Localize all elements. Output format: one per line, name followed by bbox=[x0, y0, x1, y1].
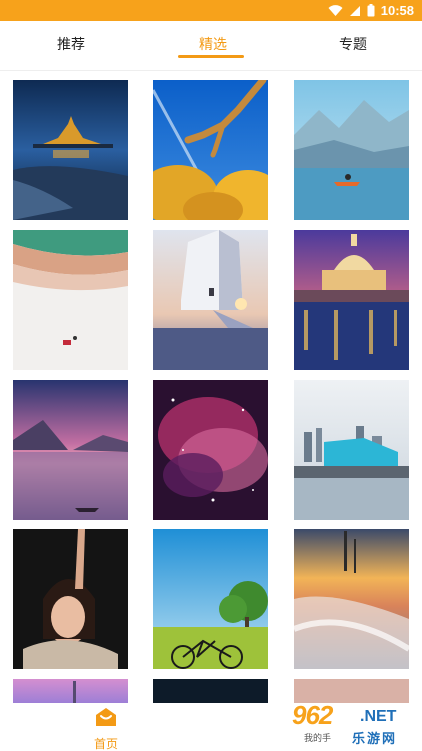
wallpaper-grid bbox=[0, 71, 422, 703]
tab-featured[interactable]: 精选 bbox=[199, 34, 227, 54]
top-tab-bar: 推荐 精选 专题 bbox=[0, 21, 422, 69]
watermark-sub: 我的手 bbox=[304, 733, 332, 743]
signal-icon bbox=[349, 5, 360, 16]
wallpaper-thumbnail[interactable] bbox=[294, 230, 409, 370]
status-time: 10:58 bbox=[380, 3, 414, 18]
nav-home-label: 首页 bbox=[93, 737, 118, 751]
wallpaper-thumbnail[interactable] bbox=[13, 230, 128, 370]
wallpaper-thumbnail[interactable] bbox=[13, 380, 128, 520]
nav-home[interactable]: 首页 bbox=[86, 707, 126, 751]
watermark-cn: 乐游网 bbox=[352, 731, 398, 746]
wallpaper-thumbnail[interactable] bbox=[13, 80, 128, 220]
wallpaper-thumbnail[interactable] bbox=[294, 80, 409, 220]
wallpaper-thumbnail[interactable] bbox=[153, 380, 268, 520]
wallpaper-thumbnail[interactable] bbox=[294, 529, 409, 669]
site-watermark-logo: 962 .NET 乐游网 我的手 bbox=[282, 698, 420, 748]
wallpaper-thumbnail[interactable] bbox=[153, 679, 268, 703]
battery-icon bbox=[367, 4, 375, 17]
watermark-brand: 962 bbox=[292, 700, 333, 730]
tab-topics[interactable]: 专题 bbox=[339, 34, 367, 54]
wallpaper-thumbnail[interactable] bbox=[13, 679, 128, 703]
wallpaper-thumbnail[interactable] bbox=[153, 80, 268, 220]
wallpaper-thumbnail[interactable] bbox=[294, 380, 409, 520]
tab-recommended[interactable]: 推荐 bbox=[57, 34, 85, 54]
wifi-icon bbox=[328, 4, 343, 16]
status-icons: 10:58 bbox=[328, 2, 414, 19]
watermark-suffix: .NET bbox=[360, 708, 397, 725]
wallpaper-thumbnail[interactable] bbox=[153, 529, 268, 669]
wallpaper-thumbnail[interactable] bbox=[153, 230, 268, 370]
active-tab-indicator bbox=[178, 55, 244, 58]
status-bar: 10:58 bbox=[0, 0, 422, 21]
wallpaper-thumbnail[interactable] bbox=[13, 529, 128, 669]
home-icon bbox=[96, 708, 116, 726]
